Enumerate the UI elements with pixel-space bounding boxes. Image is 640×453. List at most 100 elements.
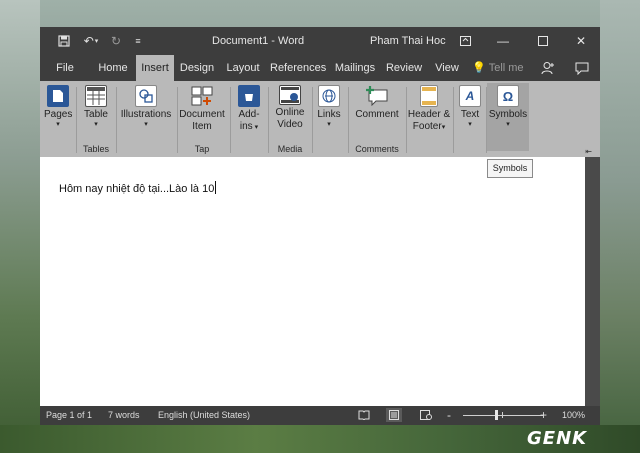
tab-home[interactable]: Home (94, 55, 132, 81)
tab-view[interactable]: View (430, 55, 464, 81)
ribbon: Pages ▾ Table ▾ Tables Illustrations ▾ D… (40, 81, 600, 157)
title-bar: ↶ ▾ ↻ ≡ Document1 - Word Pham Thai Hoc — … (40, 27, 600, 55)
zoom-level[interactable]: 100% (562, 410, 585, 420)
tab-review[interactable]: Review (384, 55, 424, 81)
text-label: Text (460, 109, 480, 120)
pin-ribbon-icon[interactable]: ⇤ (585, 147, 592, 156)
language-indicator[interactable]: English (United States) (158, 410, 250, 420)
chevron-down-icon: ▾ (252, 124, 259, 131)
word-window: ↶ ▾ ↻ ≡ Document1 - Word Pham Thai Hoc — … (40, 27, 600, 425)
symbols-tooltip: Symbols (487, 159, 533, 178)
document-page[interactable]: Hôm nay nhiệt độ tại...Lào là 10 (40, 157, 585, 406)
tell-me-label: Tell me (488, 62, 524, 74)
tab-design[interactable]: Design (178, 55, 216, 81)
redo-icon[interactable]: ↻ (108, 33, 124, 49)
pages-label: Pages (44, 109, 73, 120)
illustrations-icon (135, 85, 157, 107)
table-button[interactable]: Table ▾ (80, 83, 112, 129)
header-footer-label-1: Header & (407, 109, 451, 120)
symbols-button[interactable]: Ω Symbols ▾ (487, 83, 529, 151)
comments-icon[interactable] (572, 59, 592, 77)
header-footer-button[interactable]: Header & Footer▾ (406, 83, 452, 134)
share-icon[interactable] (538, 59, 558, 77)
document-item-button[interactable]: Document Item (178, 83, 226, 133)
save-icon[interactable] (56, 33, 72, 49)
print-layout-icon[interactable] (386, 408, 402, 422)
links-button[interactable]: Links ▾ (314, 83, 344, 129)
chevron-down-icon: ▾ (327, 121, 331, 128)
zoom-in-button[interactable]: + (540, 408, 547, 422)
web-layout-icon[interactable] (418, 408, 434, 422)
text-box-icon: A (459, 85, 481, 107)
group-separator (76, 87, 77, 153)
symbols-label: Symbols (488, 109, 528, 120)
tab-file[interactable]: File (48, 55, 82, 81)
customize-qat-icon[interactable]: ≡ (132, 33, 144, 49)
document-title: Document1 - Word (212, 35, 305, 47)
omega-icon: Ω (497, 85, 519, 107)
pages-button[interactable]: Pages ▾ (44, 83, 72, 129)
addins-button[interactable]: Add- ins ▾ (234, 83, 264, 134)
links-label: Links (317, 109, 341, 120)
zoom-slider-thumb[interactable] (495, 410, 498, 420)
document-item-label-2: Item (192, 121, 212, 132)
group-separator (312, 87, 313, 153)
media-group: Online Video Media (270, 81, 310, 157)
read-mode-icon[interactable] (356, 408, 372, 422)
table-icon (85, 85, 107, 107)
online-video-label-1: Online (275, 107, 305, 118)
document-body[interactable]: Hôm nay nhiệt độ tại...Lào là 10 (59, 181, 217, 195)
group-separator (453, 87, 454, 153)
chevron-down-icon: ▾ (56, 121, 60, 128)
ribbon-tabs: File Home Insert Design Layout Reference… (40, 55, 600, 81)
group-separator (116, 87, 117, 153)
text-button[interactable]: A Text ▾ (455, 83, 485, 129)
addins-label-2: ins (239, 121, 253, 132)
online-video-label-2: Video (277, 119, 303, 130)
chevron-down-icon: ▾ (144, 121, 148, 128)
user-name[interactable]: Pham Thai Hoc (370, 35, 446, 47)
zoom-slider[interactable] (463, 415, 543, 416)
illustrations-button[interactable]: Illustrations ▾ (118, 83, 174, 129)
undo-icon[interactable]: ↶ ▾ (80, 33, 102, 49)
tab-insert[interactable]: Insert (136, 55, 174, 81)
comments-group-label: Comments (355, 144, 399, 154)
desktop-background-right (600, 0, 640, 453)
vertical-scrollbar[interactable] (585, 157, 600, 406)
tap-group-label: Tap (194, 144, 210, 154)
online-video-icon (279, 85, 301, 105)
document-text: Hôm nay nhiệt độ tại...Lào là 10 (59, 183, 215, 195)
tab-layout[interactable]: Layout (224, 55, 262, 81)
comments-group: Comment Comments (350, 81, 404, 157)
status-bar: Page 1 of 1 7 words English (United Stat… (40, 406, 600, 425)
header-footer-label-2: Footer (412, 121, 442, 132)
ribbon-display-options-icon[interactable] (450, 31, 480, 51)
tables-group: Table ▾ Tables (78, 81, 114, 157)
header-footer-icon (420, 85, 438, 107)
new-comment-icon (364, 85, 390, 107)
tab-mailings[interactable]: Mailings (332, 55, 378, 81)
document-area: Hôm nay nhiệt độ tại...Lào là 10 (40, 157, 600, 406)
chevron-down-icon: ▾ (468, 121, 472, 128)
group-separator (230, 87, 231, 153)
illustrations-label: Illustrations (120, 109, 172, 120)
maximize-button[interactable] (528, 31, 558, 51)
comment-label: Comment (355, 109, 399, 120)
online-video-button[interactable]: Online Video (272, 83, 308, 131)
group-separator (268, 87, 269, 153)
pages-icon (47, 85, 69, 107)
zoom-out-button[interactable]: - (447, 408, 451, 422)
tell-me-search[interactable]: 💡 Tell me (472, 55, 524, 81)
group-separator (348, 87, 349, 153)
comment-button[interactable]: Comment (350, 83, 404, 121)
tap-group: Document Item Tap (178, 81, 226, 157)
minimize-button[interactable]: — (488, 31, 518, 51)
chevron-down-icon: ▾ (441, 124, 446, 131)
link-icon (318, 85, 340, 107)
zoom-slider-center-mark (502, 412, 503, 418)
word-count[interactable]: 7 words (108, 410, 140, 420)
tab-references[interactable]: References (270, 55, 326, 81)
store-icon (238, 85, 260, 107)
close-button[interactable]: ✕ (566, 31, 596, 51)
page-count[interactable]: Page 1 of 1 (46, 410, 92, 420)
